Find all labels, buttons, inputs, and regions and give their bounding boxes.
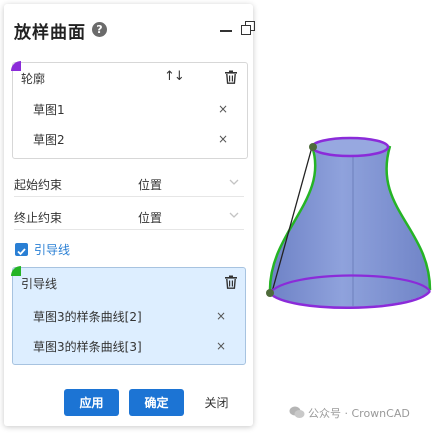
trash-icon[interactable] [224, 275, 238, 289]
ok-button[interactable]: 确定 [129, 389, 184, 416]
remove-icon[interactable]: × [216, 309, 226, 323]
guide-list[interactable]: 引导线 草图3的样条曲线[2] × 草图3的样条曲线[3] × [11, 266, 246, 365]
dialog-header: 放样曲面 ? [14, 18, 255, 43]
end-constraint-select[interactable]: 终止约束 位置 [14, 205, 244, 230]
dialog-title: 放样曲面 [14, 23, 86, 43]
remove-icon[interactable]: × [218, 102, 228, 116]
minimize-icon[interactable] [220, 30, 232, 32]
profile-color-marker [11, 61, 21, 71]
profile-item[interactable]: 草图1 [33, 101, 65, 118]
profile-item[interactable]: 草图2 [33, 131, 65, 148]
sort-icon[interactable]: ↑↓ [164, 69, 185, 84]
guide-item[interactable]: 草图3的样条曲线[3] [33, 338, 142, 355]
loft-surface-preview[interactable] [262, 128, 432, 318]
start-constraint-select[interactable]: 起始约束 位置 [14, 172, 244, 197]
help-icon[interactable]: ? [92, 22, 107, 37]
guide-list-title: 引导线 [21, 277, 58, 291]
guide-point [266, 289, 274, 297]
start-constraint-value[interactable]: 位置 [138, 176, 162, 193]
guide-point [309, 143, 317, 151]
end-constraint-value[interactable]: 位置 [138, 209, 162, 226]
remove-icon[interactable]: × [218, 132, 228, 146]
loft-surface-dialog: 放样曲面 ? 轮廓 ↑↓ 草图1 × 草图2 × 起始约束 位置 终止约束 位置 [4, 4, 255, 426]
guide-color-marker [11, 266, 21, 276]
profile-list[interactable]: 轮廓 ↑↓ 草图1 × 草图2 × [11, 61, 248, 159]
trash-icon[interactable] [224, 70, 238, 84]
chevron-down-icon[interactable] [228, 176, 240, 188]
wechat-icon [289, 406, 305, 418]
restore-icon[interactable] [241, 21, 255, 35]
chevron-down-icon[interactable] [228, 209, 240, 221]
checkmark-icon [17, 248, 26, 256]
guide-checkbox-label[interactable]: 引导线 [34, 241, 70, 258]
start-constraint-label: 起始约束 [14, 178, 63, 192]
remove-icon[interactable]: × [216, 339, 226, 353]
end-constraint-label: 终止约束 [14, 211, 63, 225]
profile-list-title: 轮廓 [21, 72, 46, 86]
watermark-text: 公众号 · CrownCAD [308, 407, 410, 420]
guide-checkbox[interactable] [15, 243, 28, 256]
close-button[interactable]: 关闭 [194, 389, 239, 416]
top-profile-curve [310, 136, 390, 158]
guide-item[interactable]: 草图3的样条曲线[2] [33, 308, 142, 325]
apply-button[interactable]: 应用 [64, 389, 119, 416]
